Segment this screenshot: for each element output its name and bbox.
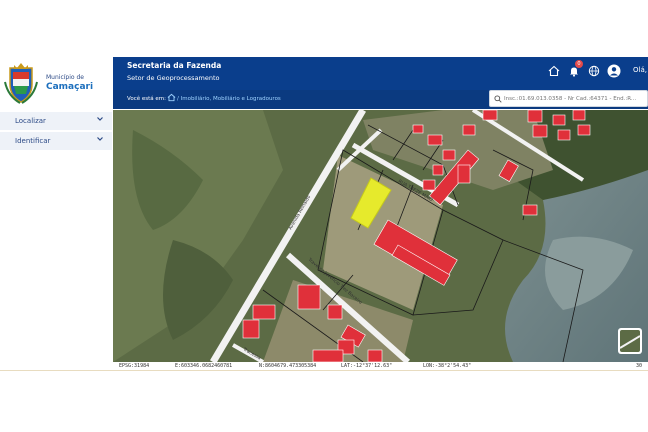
header-title: Secretaria da Fazenda — [127, 61, 222, 70]
home-icon[interactable] — [547, 64, 561, 78]
latitude-readout: LAT:-12°37'12.63" — [341, 363, 393, 369]
chevron-down-icon — [97, 117, 103, 121]
logo-line1: Município de — [46, 74, 84, 81]
user-avatar-icon[interactable] — [607, 64, 621, 78]
northing-readout: N:8604679.473305384 — [259, 363, 317, 369]
divider — [0, 370, 648, 371]
globe-icon[interactable] — [587, 64, 601, 78]
map-view[interactable]: RUA TREZE MAIO Travessa Juvencio Trez Ba… — [113, 110, 648, 362]
notification-badge: 0 — [575, 60, 583, 68]
scale-readout: 30 — [636, 363, 643, 369]
logo-line2: Camaçari — [46, 82, 94, 92]
sidebar-item-label: Identificar — [15, 137, 51, 145]
longitude-readout: LON:-38°2'54.43" — [423, 363, 472, 369]
sidebar-item-label: Localizar — [15, 117, 46, 125]
coordinate-status-bar: EPSG:31984 E:603346.0682460781 N:8604679… — [113, 362, 648, 370]
app-header: Secretaria da Fazenda Setor de Geoproces… — [113, 57, 648, 90]
search-input[interactable] — [504, 93, 644, 104]
easting-readout: E:603346.0682460781 — [175, 363, 233, 369]
breadcrumb-label: Você está em: — [127, 96, 166, 102]
epsg-readout: EPSG:31984 — [119, 363, 150, 369]
breadcrumb-home-icon[interactable] — [167, 93, 176, 102]
city-logo[interactable] — [4, 62, 38, 104]
search-box[interactable] — [489, 90, 648, 107]
breadcrumb-path[interactable]: / Imobiliário, Mobiliário e Logradouros — [177, 96, 281, 102]
chevron-down-icon — [97, 137, 103, 141]
sidebar-item-localizar[interactable]: Localizar — [0, 112, 112, 130]
user-greeting[interactable]: Olá, ( — [633, 66, 648, 74]
sidebar-item-identificar[interactable]: Identificar — [0, 132, 112, 150]
header-subtitle: Setor de Geoprocessamento — [127, 74, 220, 82]
basemap-switcher[interactable] — [618, 328, 642, 354]
search-icon — [494, 95, 502, 103]
